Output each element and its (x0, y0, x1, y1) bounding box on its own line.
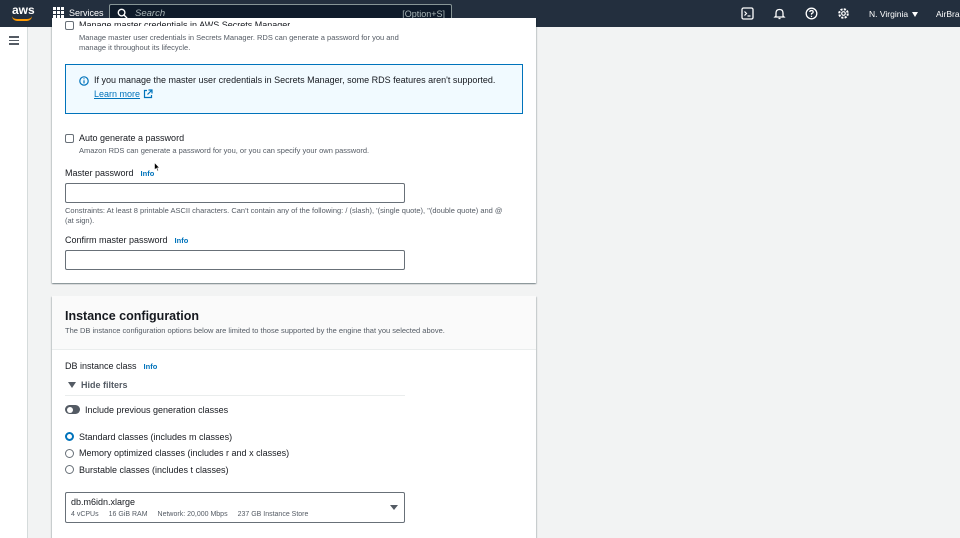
credentials-settings-panel: Manage master credentials in AWS Secrets… (52, 18, 536, 283)
services-label: Services (69, 7, 104, 18)
learn-more-label: Learn more (94, 89, 141, 99)
search-shortcut-hint: [Option+S] (402, 8, 445, 19)
master-password-field-label: Master password Info (65, 168, 154, 178)
info-alert: If you manage the master user credential… (65, 64, 523, 114)
caret-down-icon (68, 382, 76, 388)
external-link-icon (143, 89, 153, 99)
learn-more-link[interactable]: Learn more (94, 89, 153, 99)
memory-optimized-classes-radio[interactable] (65, 449, 74, 458)
caret-down-icon (912, 11, 919, 17)
auto-generate-password-checkbox[interactable] (65, 134, 74, 143)
cloudshell-icon[interactable] (741, 7, 754, 20)
side-navigation-rail (0, 27, 28, 538)
hide-filters-toggle[interactable]: Hide filters (68, 380, 128, 390)
aws-logo-smile (12, 16, 32, 21)
db-instance-class-info-link[interactable]: Info (144, 362, 158, 371)
manage-secrets-checkbox[interactable] (65, 21, 74, 30)
db-instance-class-select[interactable]: db.m6idn.xlarge 4 vCPUs 16 GiB RAM Netwo… (65, 492, 405, 523)
info-circle-icon (79, 76, 89, 86)
hide-filters-label: Hide filters (81, 380, 128, 390)
spec-instance-store: 237 GB Instance Store (237, 511, 309, 518)
db-instance-class-label: DB instance class (65, 361, 137, 371)
confirm-password-info-link[interactable]: Info (175, 236, 189, 245)
memory-optimized-classes-label: Memory optimized classes (includes r and… (79, 448, 290, 458)
hamburger-menu-icon[interactable] (9, 36, 19, 45)
standard-classes-radio[interactable] (65, 432, 74, 441)
include-previous-generation-toggle[interactable] (65, 405, 80, 414)
selected-instance-class: db.m6idn.xlarge (71, 497, 136, 507)
manage-secrets-label: Manage master credentials in AWS Secrets… (79, 20, 291, 26)
help-icon[interactable] (805, 7, 818, 20)
instance-configuration-header: Instance configuration The DB instance c… (52, 296, 536, 350)
mouse-cursor-icon (154, 162, 160, 172)
alert-message: If you manage the master user credential… (94, 75, 496, 85)
filters-divider (65, 395, 405, 396)
password-constraints: Constraints: At least 8 printable ASCII … (65, 206, 503, 215)
aws-logo[interactable]: aws (12, 3, 35, 22)
master-password-info-link[interactable]: Info (141, 169, 155, 178)
burstable-classes-radio[interactable] (65, 465, 74, 474)
instance-configuration-title: Instance configuration (65, 309, 200, 323)
auto-generate-password-label: Auto generate a password (79, 133, 185, 143)
instance-configuration-description: The DB instance configuration options be… (65, 326, 445, 335)
region-selector[interactable]: N. Virginia (869, 9, 919, 19)
aws-logo-text: aws (12, 3, 35, 17)
manage-secrets-description-2: manage it throughout its lifecycle. (79, 43, 191, 52)
gear-icon[interactable] (837, 7, 850, 20)
master-password-label: Master password (65, 168, 134, 178)
spec-network: Network: 20,000 Mbps (157, 511, 228, 518)
db-instance-class-field-label: DB instance class Info (65, 361, 157, 371)
manage-secrets-description: Manage master user credentials in Secret… (79, 33, 399, 42)
account-menu[interactable]: AirBrai (936, 9, 960, 19)
confirm-password-input[interactable] (65, 250, 405, 270)
confirm-password-field-label: Confirm master password Info (65, 235, 188, 245)
confirm-password-label: Confirm master password (65, 235, 168, 245)
standard-classes-label: Standard classes (includes m classes) (79, 432, 233, 442)
burstable-classes-label: Burstable classes (includes t classes) (79, 465, 229, 475)
instance-configuration-panel: Instance configuration The DB instance c… (52, 296, 536, 538)
region-label: N. Virginia (869, 9, 909, 19)
services-menu-button[interactable]: Services (53, 7, 104, 18)
spec-ram: 16 GiB RAM (108, 511, 148, 518)
dropdown-caret-icon (390, 505, 398, 510)
bell-icon[interactable] (773, 7, 786, 20)
master-password-input[interactable] (65, 183, 405, 203)
spec-vcpu: 4 vCPUs (71, 511, 99, 518)
password-constraints-2: (at sign). (65, 216, 95, 225)
auto-generate-password-description: Amazon RDS can generate a password for y… (79, 146, 370, 155)
include-previous-generation-label: Include previous generation classes (85, 405, 229, 415)
instance-class-specs: 4 vCPUs 16 GiB RAM Network: 20,000 Mbps … (71, 511, 308, 518)
grid-icon (53, 7, 64, 18)
